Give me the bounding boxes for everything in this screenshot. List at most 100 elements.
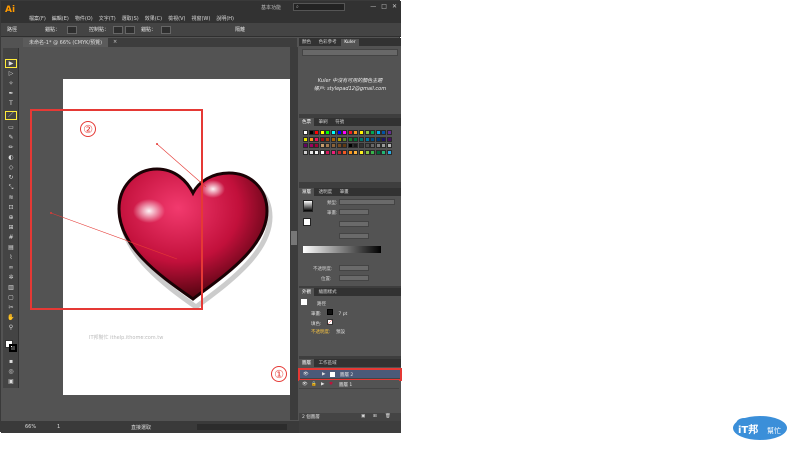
color-swatch[interactable]: [375, 143, 381, 148]
gradient-thumbnail[interactable]: [303, 200, 313, 212]
color-swatch[interactable]: [387, 143, 392, 148]
fill-color-swatch[interactable]: [326, 319, 333, 325]
color-swatch[interactable]: [381, 130, 387, 135]
color-swatch[interactable]: [319, 149, 325, 155]
delete-layer-icon[interactable]: 🗑: [385, 414, 391, 419]
color-swatch[interactable]: [342, 143, 348, 148]
color-swatch[interactable]: [353, 149, 359, 155]
color-swatch[interactable]: [325, 130, 331, 135]
color-swatch[interactable]: [308, 143, 314, 148]
color-swatch[interactable]: [347, 136, 353, 142]
color-swatch[interactable]: [370, 130, 376, 135]
color-swatch[interactable]: [370, 136, 376, 142]
color-swatch[interactable]: [381, 136, 387, 142]
color-swatch[interactable]: [342, 130, 348, 135]
vertical-scrollbar[interactable]: [290, 47, 298, 420]
color-swatch[interactable]: [375, 136, 381, 142]
appearance-stroke-row[interactable]: 筆畫: 7 pt: [301, 309, 397, 317]
color-swatch[interactable]: [314, 130, 320, 135]
tab-gradient[interactable]: 漸層: [299, 188, 314, 196]
color-swatch[interactable]: [331, 143, 336, 148]
color-swatch[interactable]: [303, 136, 308, 142]
color-swatch[interactable]: [353, 130, 359, 135]
color-swatch[interactable]: [336, 143, 342, 148]
new-sublayer-icon[interactable]: ⊞: [373, 414, 377, 419]
color-swatch[interactable]: [336, 149, 342, 155]
gradient-slider[interactable]: [303, 246, 381, 253]
layer-name[interactable]: 圖層 2: [340, 372, 353, 378]
gradient-angle-field[interactable]: [339, 221, 369, 227]
lock-icon[interactable]: 🔒: [311, 382, 317, 387]
color-swatch[interactable]: [325, 149, 331, 155]
color-swatch[interactable]: [375, 149, 381, 155]
expand-arrow-icon[interactable]: ▶: [322, 372, 325, 377]
tab-transparency[interactable]: 透明度: [316, 188, 336, 196]
tab-appearance[interactable]: 外觀: [299, 288, 314, 296]
color-swatch[interactable]: [336, 136, 342, 142]
tab-symbols[interactable]: 符號: [332, 118, 347, 126]
color-swatch[interactable]: [308, 136, 314, 142]
appearance-path-row[interactable]: 路徑: [301, 299, 397, 307]
color-swatch[interactable]: [353, 143, 359, 148]
color-swatch[interactable]: [359, 143, 364, 148]
color-swatch[interactable]: [370, 143, 376, 148]
color-swatch[interactable]: [325, 136, 331, 142]
layer-name[interactable]: 圖層 1: [339, 382, 352, 388]
color-swatch[interactable]: [303, 143, 308, 148]
gradient-fill-swatch[interactable]: [303, 218, 311, 226]
tab-brushes[interactable]: 筆刷: [316, 118, 331, 126]
color-swatch[interactable]: [303, 149, 308, 155]
color-swatch[interactable]: [342, 136, 348, 142]
color-swatch[interactable]: [347, 143, 353, 148]
tab-artboards[interactable]: 工作區域: [316, 359, 340, 367]
gradient-aspect-field[interactable]: [339, 233, 369, 239]
color-swatch[interactable]: [319, 136, 325, 142]
color-swatch[interactable]: [331, 136, 336, 142]
zoom-level[interactable]: 66%: [25, 424, 36, 430]
tab-swatches[interactable]: 色票: [299, 118, 314, 126]
stroke-weight[interactable]: 7 pt: [338, 312, 347, 317]
color-swatch[interactable]: [381, 143, 387, 148]
gradient-opacity-field[interactable]: [339, 265, 369, 271]
color-swatch[interactable]: [347, 130, 353, 135]
color-swatch[interactable]: [387, 130, 392, 135]
gradient-stroke-field[interactable]: [339, 209, 369, 215]
color-swatch[interactable]: [364, 143, 370, 148]
visibility-eye-icon[interactable]: 👁: [303, 372, 309, 377]
color-swatch[interactable]: [359, 136, 364, 142]
gradient-position-field[interactable]: [339, 275, 369, 281]
kuler-theme-field[interactable]: [302, 49, 398, 56]
appearance-opacity-row[interactable]: 不透明度: 預設: [301, 329, 397, 337]
color-swatch[interactable]: [314, 143, 320, 148]
layer-row-1[interactable]: 👁 🔒 ▶ ♥ 圖層 1: [299, 380, 399, 389]
color-swatch[interactable]: [314, 136, 320, 142]
color-swatch[interactable]: [342, 149, 348, 155]
color-swatch[interactable]: [319, 143, 325, 148]
appearance-fill-row[interactable]: 填色:: [301, 319, 397, 327]
color-swatch[interactable]: [331, 130, 336, 135]
color-swatch[interactable]: [370, 149, 376, 155]
tab-graphic-styles[interactable]: 繪圖樣式: [316, 288, 340, 296]
layer-row-2[interactable]: 👁 ▶ 圖層 2: [298, 368, 402, 381]
color-swatch[interactable]: [381, 149, 387, 155]
stroke-color-swatch[interactable]: [326, 309, 333, 315]
tab-color[interactable]: 顏色: [299, 38, 314, 46]
expand-arrow-icon[interactable]: ▶: [321, 382, 324, 387]
current-tool-status[interactable]: 直接選取: [131, 424, 151, 431]
color-swatch[interactable]: [353, 136, 359, 142]
color-swatch[interactable]: [359, 130, 364, 135]
color-swatch[interactable]: [364, 136, 370, 142]
color-swatch[interactable]: [325, 143, 331, 148]
gradient-type-dropdown[interactable]: [339, 199, 395, 205]
color-swatch[interactable]: [359, 149, 364, 155]
opacity-label[interactable]: 不透明度:: [311, 330, 331, 335]
color-swatch[interactable]: [314, 149, 320, 155]
color-swatch[interactable]: [364, 130, 370, 135]
tab-color-guide[interactable]: 色彩參考: [316, 38, 340, 46]
vertical-scroll-thumb[interactable]: [291, 231, 297, 245]
tab-layers[interactable]: 圖層: [299, 359, 314, 367]
color-swatch[interactable]: [303, 130, 308, 135]
color-swatch[interactable]: [364, 149, 370, 155]
color-swatch[interactable]: [336, 130, 342, 135]
color-swatch[interactable]: [319, 130, 325, 135]
